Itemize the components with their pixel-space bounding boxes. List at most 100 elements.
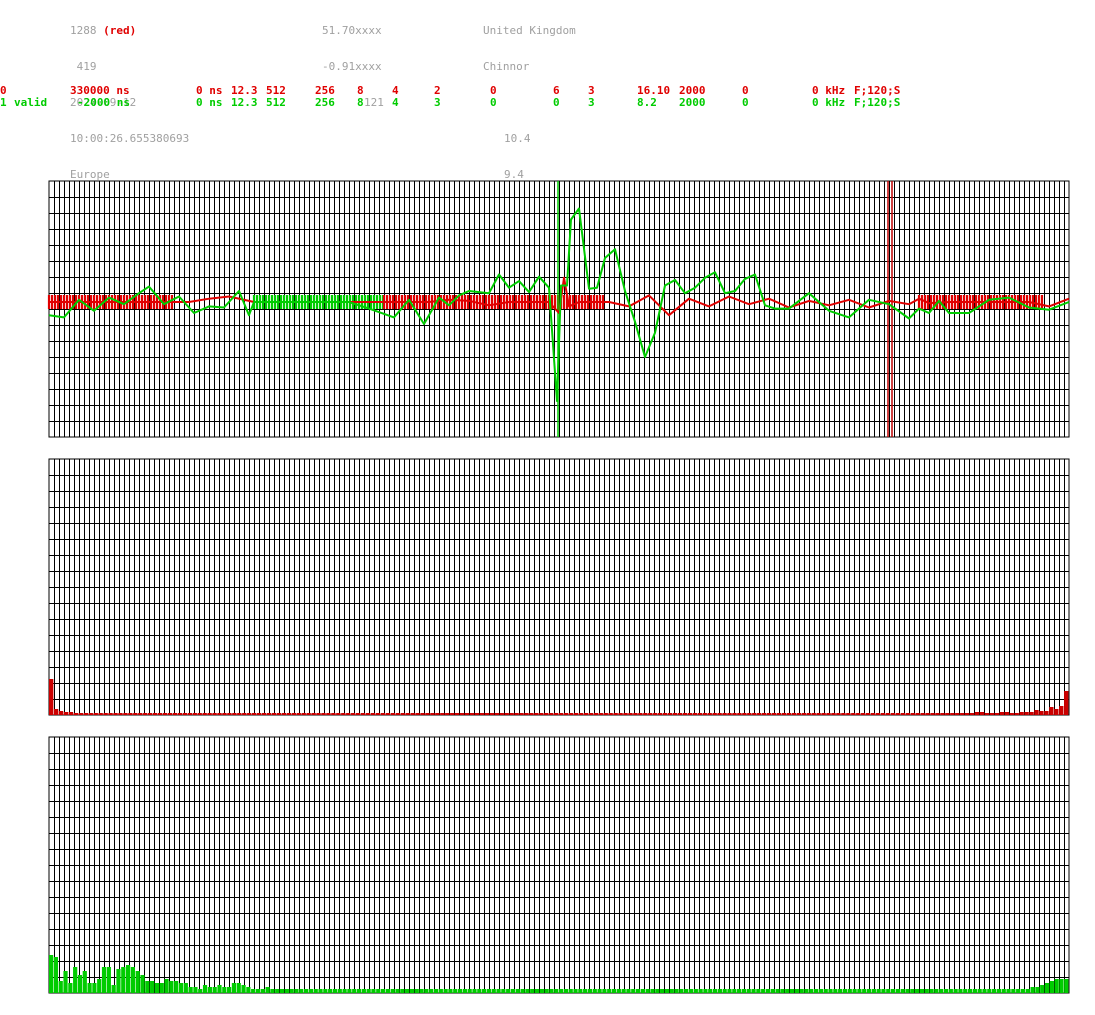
spectrum-1-bar-48 <box>286 713 292 715</box>
spectrum-1-bar-36 <box>227 713 232 715</box>
spectrum-2-bar-177 <box>900 989 905 993</box>
spectrum-1-bar-68 <box>385 713 391 715</box>
spectrum-2-bar-28 <box>183 983 188 993</box>
spectrum-2-bar-180 <box>915 989 920 993</box>
spectrum-2-bar-168 <box>857 989 862 993</box>
spectrum-2-bar-132 <box>684 989 689 993</box>
spectrum-2-bar-119 <box>621 989 626 993</box>
spectrum-1-bar-154 <box>811 713 816 715</box>
spectrum-2-bar-170 <box>866 989 872 993</box>
spectrum-1-bar-59 <box>341 713 346 715</box>
spectrum-2-bar-90 <box>482 989 487 993</box>
spectrum-2-bar-39 <box>236 983 241 993</box>
spectrum-2-bar-60 <box>337 989 342 993</box>
spectrum-1-bar-55 <box>321 713 326 715</box>
spectrum-2-bar-83 <box>448 989 453 993</box>
spectrum-1-bar-117 <box>628 713 633 715</box>
spectrum-2-bar-147 <box>756 989 761 993</box>
spectrum-2-bar-54 <box>308 989 314 993</box>
spectrum-1-bar-2 <box>58 711 64 715</box>
spectrum-1-bar-114 <box>613 713 618 715</box>
spectrum-1-bar-161 <box>846 713 851 715</box>
spectrum-1-bar-79 <box>440 713 445 715</box>
spectrum-1-bar-107 <box>578 713 584 715</box>
spectrum-2-bar-138 <box>712 989 718 993</box>
spectrum-2-bar-158 <box>809 989 814 993</box>
spectrum-2-bar-148 <box>761 989 766 993</box>
spectrum-2-bar-153 <box>785 989 790 993</box>
spectrum-1-bar-19 <box>143 713 148 715</box>
spectrum-2-bar-159 <box>814 989 819 993</box>
spectrum-1-bar-37 <box>232 713 237 715</box>
spectrum-2-bar-68 <box>376 989 381 993</box>
spectrum-2-bar-193 <box>977 989 982 993</box>
spectrum-1-bar-124 <box>662 713 668 715</box>
spectrum-1-bar-113 <box>608 713 613 715</box>
spectrum-1-bar-110 <box>593 713 599 715</box>
spectrum-1-bar-23 <box>162 713 168 715</box>
spectrum-1-bar-8 <box>88 713 93 715</box>
spectrum-1-bar-12 <box>108 713 113 715</box>
spectrum-1-bar-44 <box>266 713 272 715</box>
spectrum-1-bar-140 <box>742 713 747 715</box>
spectrum-2-bar-205 <box>1035 987 1040 993</box>
spectrum-2-bar-63 <box>352 989 357 993</box>
spectrum-2-bar-36 <box>222 987 227 993</box>
spectrum-2-bar-204 <box>1030 987 1035 993</box>
spectrum-2-bar-123 <box>640 989 645 993</box>
spectrum-1-bar-189 <box>984 713 990 715</box>
spectrum-2-bar-71 <box>390 989 395 993</box>
spectrum-1-bar-171 <box>895 713 901 715</box>
spectrum-1-bar-56 <box>326 713 331 715</box>
spectrum-2-bar-156 <box>799 989 804 993</box>
spectrum-1-bar-78 <box>435 713 440 715</box>
spectrum-2-bar-72 <box>395 989 400 993</box>
spectrum-1-bar-174 <box>910 713 915 715</box>
spectrum-1-bar-130 <box>692 713 698 715</box>
spectrum-1-bar-49 <box>291 713 296 715</box>
spectrum-1-bar-67 <box>380 713 386 715</box>
spectrum-1-bar-122 <box>653 713 658 715</box>
spectrum-1-bar-153 <box>806 713 811 715</box>
spectrum-1-bar-149 <box>786 713 792 715</box>
spectrum-1-bar-172 <box>900 713 905 715</box>
spectrum-1-bar-70 <box>395 713 400 715</box>
spectrum-2-bar-101 <box>534 989 540 993</box>
spectrum-2-bar-66 <box>366 989 371 993</box>
spectrum-1-bar-134 <box>712 713 717 715</box>
spectrum-1-bar-61 <box>351 713 356 715</box>
spectrum-2-bar-2 <box>58 981 63 993</box>
spectrum-2-bar-38 <box>231 983 237 993</box>
spectrum-2-bar-166 <box>847 989 852 993</box>
spectrum-1-bar-196 <box>1019 712 1024 715</box>
spectrum-2-bar-191 <box>967 989 973 993</box>
spectrum-2-bar-188 <box>953 989 958 993</box>
spectrum-2-bar-111 <box>583 989 588 993</box>
spectrum-1-bar-1 <box>53 709 59 715</box>
spectrum-2-bar-61 <box>342 989 347 993</box>
spectrum-1-bar-165 <box>865 713 871 715</box>
spectrum-1-bar-170 <box>890 713 896 715</box>
spectrum-1-bar-139 <box>737 713 742 715</box>
spectrum-2-bar-199 <box>1006 989 1011 993</box>
spectrum-2-bar-146 <box>751 989 756 993</box>
spectrum-2-bar-0 <box>49 955 54 993</box>
spectrum-2-bar-178 <box>905 989 910 993</box>
spectrum-1-bar-5 <box>73 713 79 715</box>
spectrum-2-bar-187 <box>948 989 953 993</box>
spectrum-2-bar-118 <box>616 989 621 993</box>
spectrum-1-bar-100 <box>544 713 549 715</box>
spectrum-1-bar-195 <box>1014 713 1019 715</box>
spectrum-1-bar-203 <box>1054 709 1059 715</box>
spectrum-2-bar-116 <box>607 989 612 993</box>
spectrum-2-bar-110 <box>578 989 583 993</box>
spectrum-1-bar-173 <box>905 713 910 715</box>
spectrum-1-bar-52 <box>306 713 311 715</box>
spectrum-2-bar-124 <box>645 989 650 993</box>
spectrum-1-bar-15 <box>123 713 128 715</box>
spectrum-2-bar-167 <box>852 989 857 993</box>
spectrum-1-bar-106 <box>573 713 579 715</box>
spectrum-1-bar-135 <box>717 713 722 715</box>
spectrum-2-bar-172 <box>876 989 881 993</box>
spectrum-1-bar-94 <box>514 713 519 715</box>
